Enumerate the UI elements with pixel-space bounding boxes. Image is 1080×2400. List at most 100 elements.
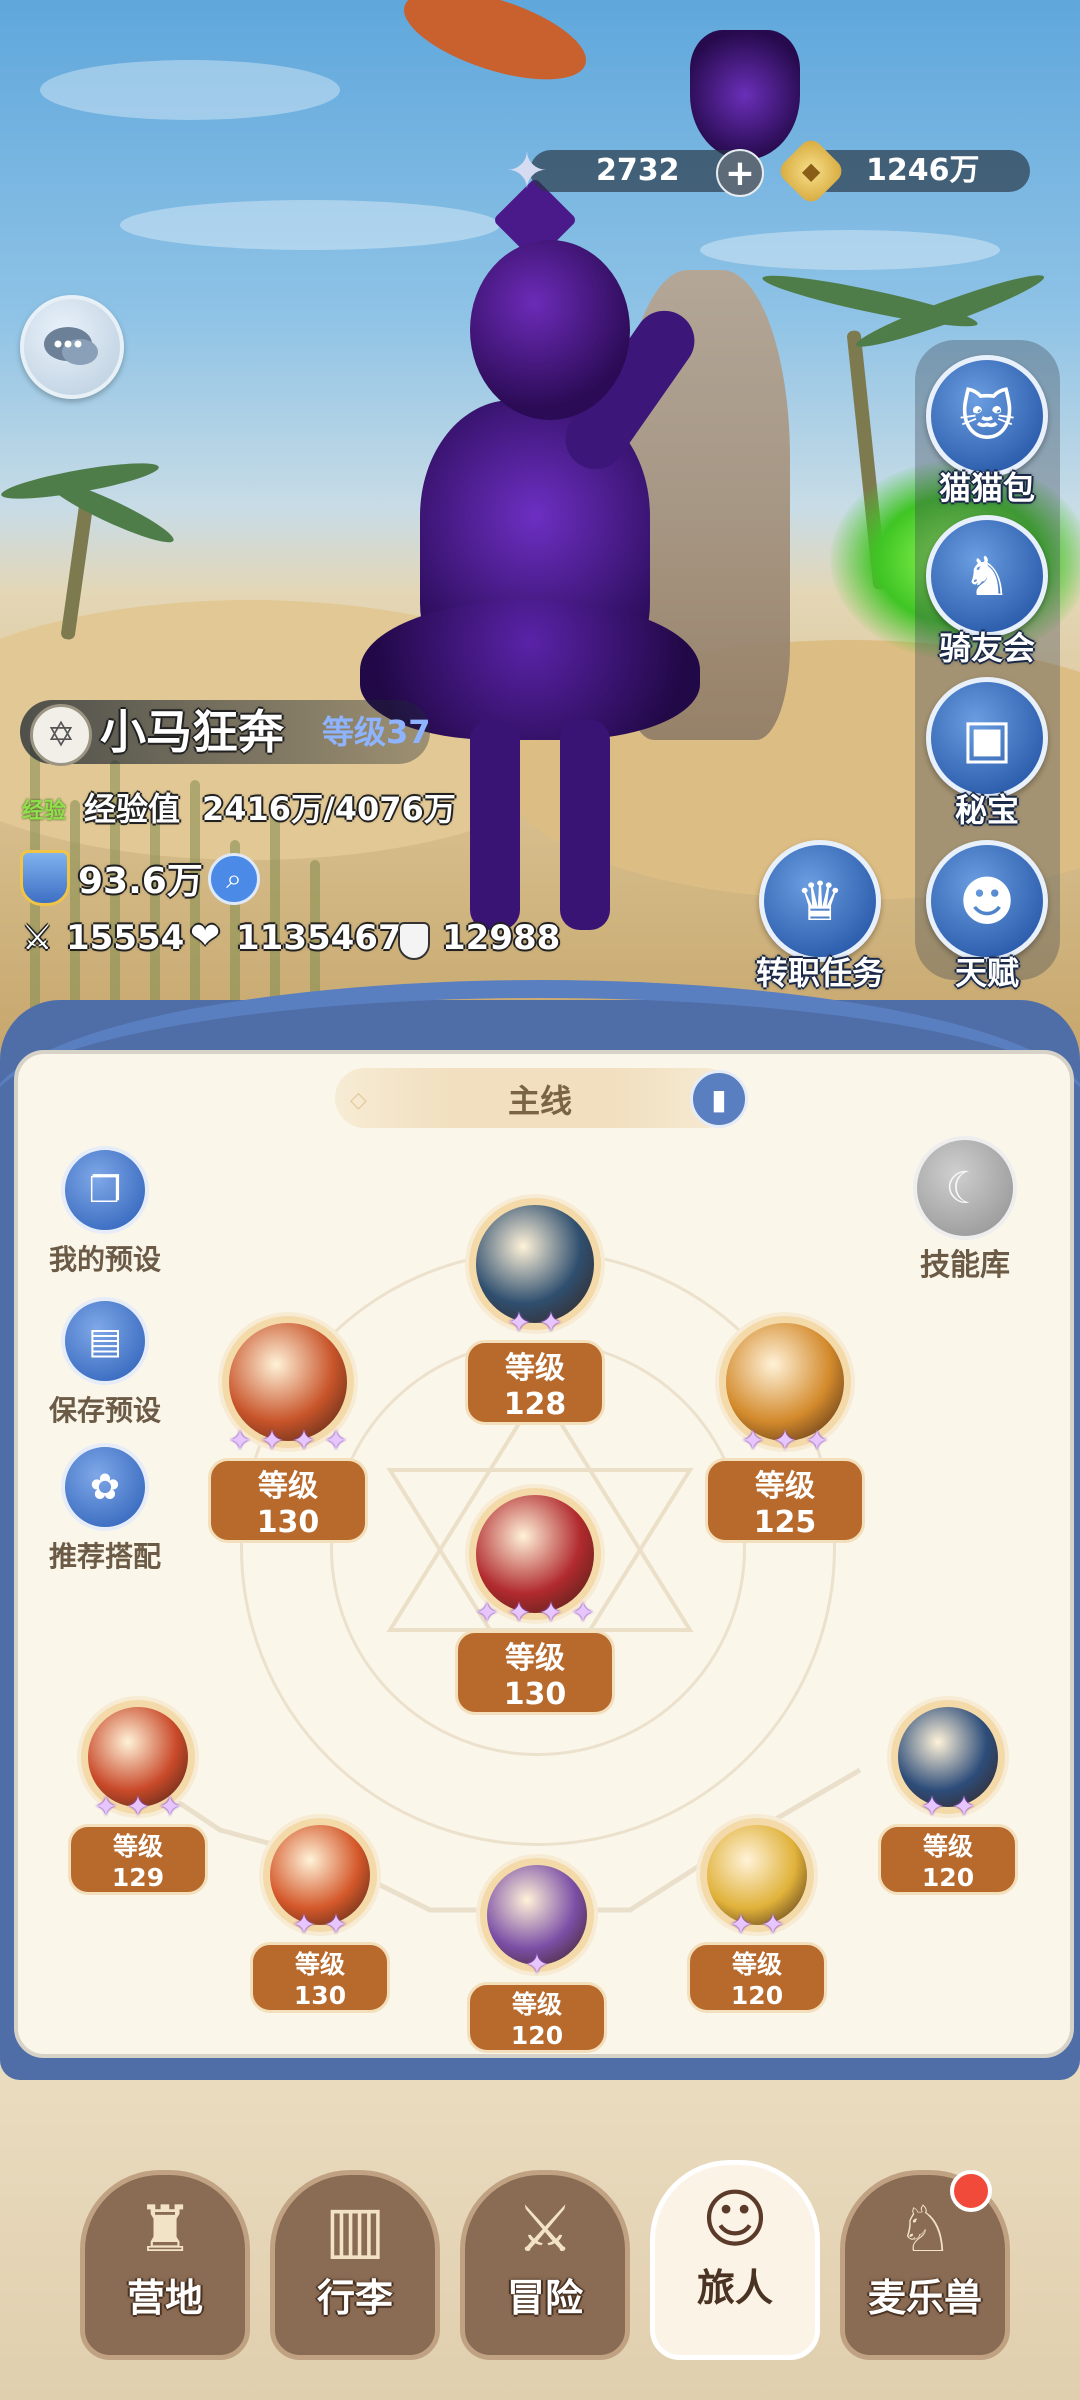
side-item-label: 猫猫包: [938, 469, 1035, 507]
traveler-avatar-icon: ☺: [701, 2183, 769, 2257]
gold-currency-value: 1246万: [866, 153, 980, 188]
skill-stars: ✦ ✦: [250, 1910, 390, 1940]
recommend-button[interactable]: ✿ 推荐搭配: [30, 1443, 180, 1575]
hp-value: 1135467: [236, 918, 402, 958]
star-gem-icon: ✦: [729, 1908, 753, 1941]
horse-icon: ♞: [926, 515, 1048, 637]
skill-level: 等级120: [687, 1942, 827, 2013]
backpack-icon: ▥: [324, 2193, 386, 2267]
skill-stars: ✦ ✦ ✦ ✦: [208, 1426, 368, 1456]
skill-level: 等级130: [208, 1458, 368, 1543]
skill-slot-upper-left[interactable]: ✦ ✦ ✦ ✦ 等级130: [208, 1316, 368, 1543]
exp-label: 经验值: [84, 790, 181, 828]
skill-slot-bottom-3[interactable]: ✦ 等级120: [467, 1858, 607, 2053]
skill-stars: ✦ ✦: [465, 1308, 605, 1338]
defense-shield-icon: [398, 922, 430, 960]
crossed-swords-icon: ⚔: [516, 2193, 574, 2267]
skill-level: 等级130: [455, 1630, 615, 1715]
nav-label: 旅人: [696, 2266, 773, 2310]
save-preset-button[interactable]: ▤ 保存预设: [30, 1297, 180, 1429]
skill-slot-top[interactable]: ✦ ✦ 等级128: [465, 1198, 605, 1425]
star-gem-icon: ✦: [539, 1306, 563, 1339]
nav-adventure[interactable]: ⚔ 冒险: [460, 2170, 630, 2360]
diamond-ornament-icon: ◇: [350, 1088, 367, 1113]
book-icon[interactable]: ▮: [690, 1070, 748, 1128]
flying-creature: [393, 0, 597, 98]
skill-library-button[interactable]: ☾ 技能库: [900, 1136, 1030, 1284]
skill-slot-center[interactable]: ✦ ✦ ✦ ✦ 等级130: [455, 1488, 615, 1715]
skill-slot-bottom-4[interactable]: ✦ ✦ 等级120: [687, 1818, 827, 2013]
skill-slot-upper-right[interactable]: ✦ ✦ ✦ 等级125: [705, 1316, 865, 1543]
star-gem-icon: ✦: [805, 1424, 829, 1457]
nav-camp[interactable]: ♜ 营地: [80, 2170, 250, 2360]
moon-star-icon: ☾: [913, 1136, 1017, 1240]
my-presets-label: 我的预设: [48, 1243, 161, 1276]
skill-level: 等级129: [68, 1824, 208, 1895]
heart-icon: ❤: [190, 916, 221, 957]
side-item-talent[interactable]: ☻ 天赋: [912, 840, 1062, 994]
cloud: [700, 230, 1000, 270]
skill-level: 等级120: [467, 1982, 607, 2053]
cloud: [40, 60, 340, 120]
star-gem-icon: ✦: [126, 1790, 150, 1823]
my-presets-button[interactable]: ❐ 我的预设: [30, 1146, 180, 1278]
nav-label: 行李: [316, 2276, 393, 2320]
dark-ornament: [690, 30, 800, 160]
skill-stars: ✦: [467, 1950, 607, 1980]
side-item-label: 秘宝: [954, 791, 1019, 829]
cloud: [120, 200, 500, 250]
star-gem-icon: ✦: [94, 1790, 118, 1823]
recommend-label: 推荐搭配: [48, 1540, 161, 1573]
cat-bag-icon: 🐱: [926, 355, 1048, 477]
chat-button[interactable]: [20, 295, 124, 399]
plus-icon[interactable]: +: [716, 149, 764, 197]
job-quest-label: 转职任务: [755, 954, 884, 992]
notification-dot: [950, 2170, 992, 2212]
nav-luggage[interactable]: ▥ 行李: [270, 2170, 440, 2360]
attack-value: 15554: [66, 918, 185, 958]
star-crystal-icon: ✦: [506, 142, 548, 200]
skill-stars: ✦ ✦ ✦: [68, 1792, 208, 1822]
star-gem-icon: ✦: [539, 1596, 563, 1629]
star-gem-icon: ✦: [324, 1908, 348, 1941]
skill-stars: ✦ ✦: [687, 1910, 827, 1940]
side-item-rider-club[interactable]: ♞ 骑友会: [912, 515, 1062, 669]
search-icon[interactable]: ⌕: [208, 853, 260, 905]
skill-level: 等级128: [465, 1340, 605, 1425]
treasure-chest-icon: ▣: [926, 677, 1048, 799]
combat-power: 93.6万: [78, 861, 203, 902]
skill-slot-bottom-2[interactable]: ✦ ✦ 等级130: [250, 1818, 390, 2013]
castle-icon: ♜: [136, 2193, 194, 2267]
nav-traveler[interactable]: ☺ 旅人: [650, 2160, 820, 2360]
star-gem-icon: ✦: [475, 1596, 499, 1629]
star-gem-icon: ✦: [761, 1908, 785, 1941]
skill-slot-bottom-5[interactable]: ✦ ✦ 等级120: [878, 1700, 1018, 1895]
side-item-label: 骑友会: [938, 629, 1035, 667]
skill-slot-bottom-1[interactable]: ✦ ✦ ✦ 等级129: [68, 1700, 208, 1895]
nav-label: 营地: [126, 2276, 203, 2320]
job-quest-button[interactable]: ♛ 转职任务: [740, 840, 900, 994]
brain-head-icon: ☻: [926, 840, 1048, 962]
chat-bubble-icon: [44, 327, 98, 365]
side-item-cat-bag[interactable]: 🐱 猫猫包: [912, 355, 1062, 509]
skill-stars: ✦ ✦ ✦: [705, 1426, 865, 1456]
star-gem-icon: ✦: [525, 1948, 549, 1981]
skill-library-label: 技能库: [920, 1248, 1010, 1283]
player-level: 等级37: [322, 713, 431, 751]
defense-value: 12988: [442, 918, 561, 958]
recommend-icon: ✿: [61, 1443, 149, 1531]
tab-title: 主线: [507, 1082, 572, 1120]
skill-level: 等级125: [705, 1458, 865, 1543]
player-name: 小马狂奔: [100, 705, 284, 759]
skill-level: 等级130: [250, 1942, 390, 2013]
attack-icon: ⚔: [22, 918, 53, 958]
class-emblem-icon: ✡: [30, 704, 92, 766]
side-item-treasure[interactable]: ▣ 秘宝: [912, 677, 1062, 831]
star-gem-icon: ✦: [952, 1790, 976, 1823]
star-gem-icon: ✦: [292, 1424, 316, 1457]
cards-icon: ❐: [61, 1146, 149, 1234]
star-gem-icon: ✦: [507, 1596, 531, 1629]
star-gem-icon: ✦: [260, 1424, 284, 1457]
star-currency-value: 2732: [596, 153, 680, 188]
star-gem-icon: ✦: [920, 1790, 944, 1823]
